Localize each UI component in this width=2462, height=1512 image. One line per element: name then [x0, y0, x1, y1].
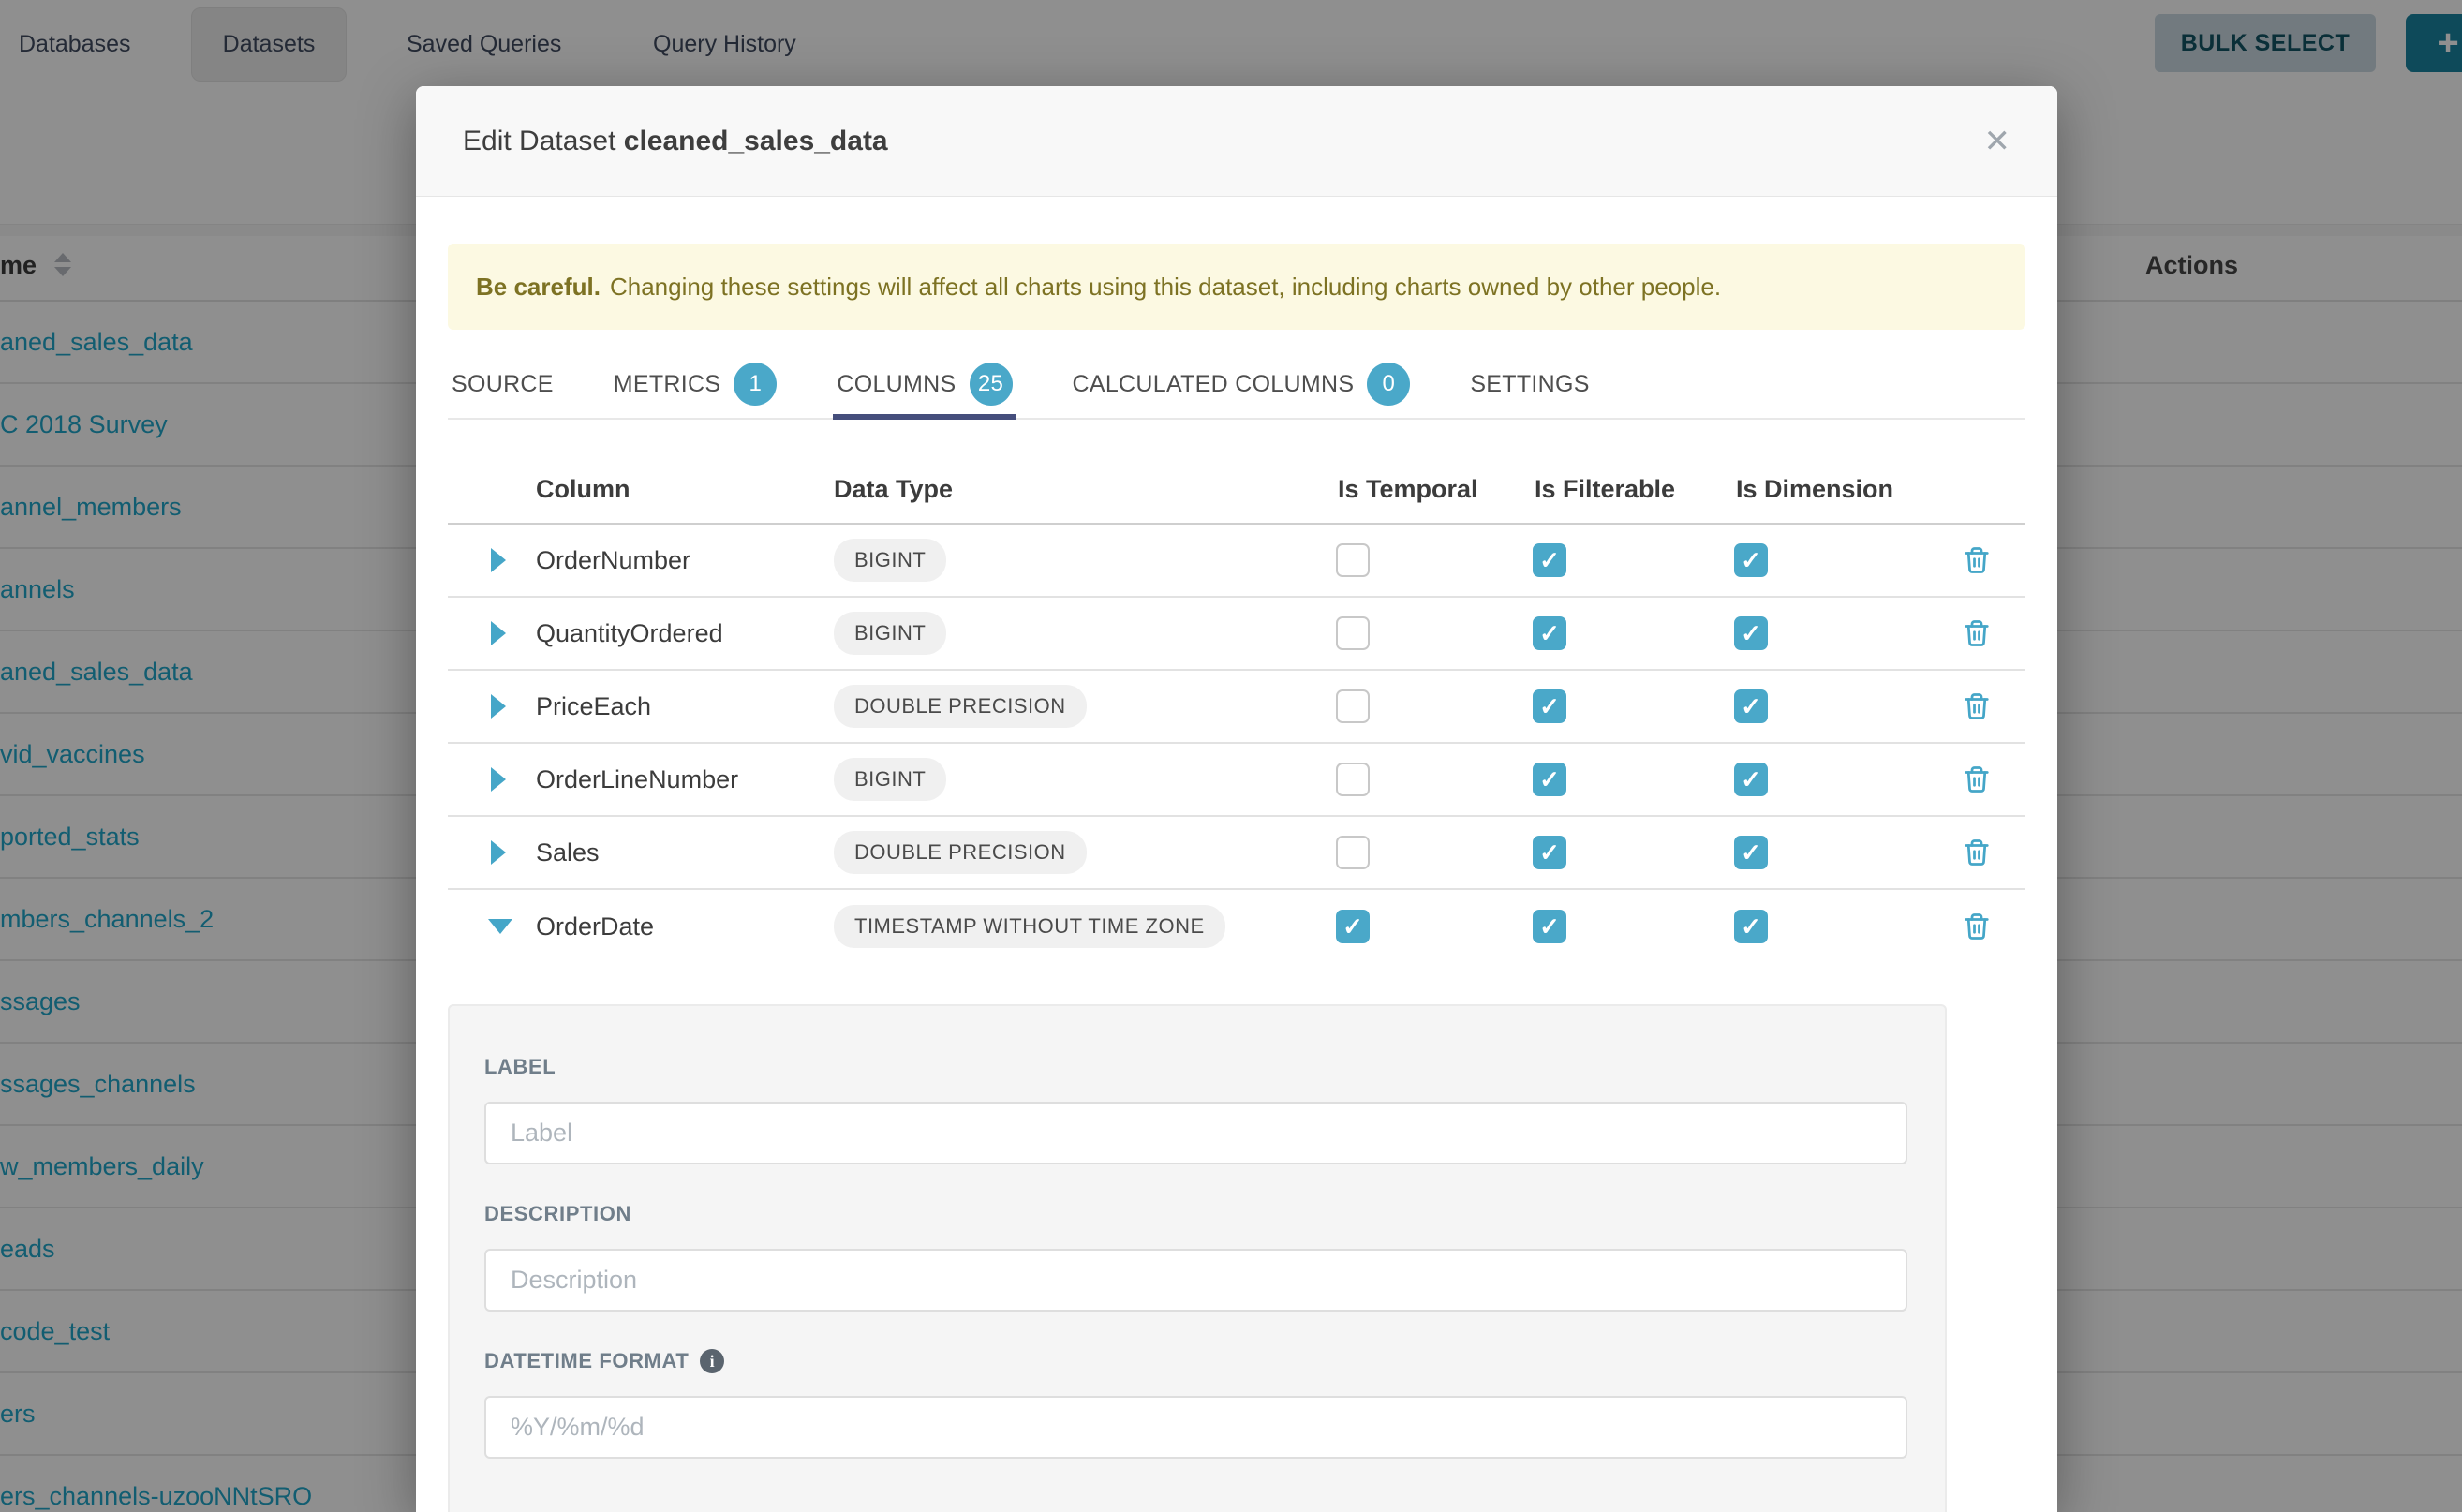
tab-settings[interactable]: SETTINGS	[1466, 350, 1593, 418]
column-name: QuantityOrdered	[536, 619, 834, 648]
is-dimension-header: Is Dimension	[1728, 475, 1928, 523]
expand-caret-icon[interactable]	[491, 548, 506, 572]
is-temporal-checkbox[interactable]: ✓	[1336, 910, 1370, 943]
column-detail-panel: LABEL DESCRIPTION DATETIME FORMAT i	[448, 1004, 1947, 1512]
label-field: LABEL	[484, 1055, 1907, 1164]
column-row-PriceEach: PriceEachDOUBLE PRECISION ✓ ✓	[448, 671, 2025, 744]
datetime-format-field: DATETIME FORMAT i	[484, 1349, 1907, 1459]
expand-caret-icon[interactable]	[491, 694, 506, 719]
modal-tabs: SOURCE METRICS 1 COLUMNS 25 CALCULATED COLUMN…	[448, 350, 2025, 420]
spacer	[1928, 504, 2025, 523]
data-type-pill: DOUBLE PRECISION	[834, 831, 1087, 874]
column-header: Column	[536, 475, 834, 523]
tab-count-badge: 0	[1367, 363, 1410, 406]
is-dimension-checkbox[interactable]: ✓	[1734, 616, 1768, 650]
modal-title-dataset-name: cleaned_sales_data	[624, 126, 888, 156]
data-type-pill: BIGINT	[834, 539, 946, 582]
is-dimension-checkbox[interactable]: ✓	[1734, 836, 1768, 869]
tab-count-badge: 25	[970, 363, 1013, 406]
columns-table-header: Column Data Type Is Temporal Is Filterab…	[448, 420, 2025, 525]
delete-column-icon[interactable]	[1928, 765, 2025, 793]
modal-body: Be careful. Changing these settings will…	[416, 244, 2057, 1512]
data-type-pill: TIMESTAMP WITHOUT TIME ZONE	[834, 905, 1225, 948]
column-row-QuantityOrdered: QuantityOrderedBIGINT ✓ ✓	[448, 598, 2025, 671]
edit-dataset-modal: Edit Dataset cleaned_sales_data ✕ Be car…	[416, 86, 2057, 1512]
is-temporal-checkbox[interactable]	[1336, 763, 1370, 796]
tab-columns[interactable]: COLUMNS 25	[833, 350, 1016, 418]
is-temporal-checkbox[interactable]	[1336, 689, 1370, 723]
column-name: OrderLineNumber	[536, 765, 834, 794]
column-name: OrderDate	[536, 912, 834, 941]
delete-column-icon[interactable]	[1928, 912, 2025, 941]
is-filterable-header: Is Filterable	[1527, 475, 1728, 523]
is-dimension-checkbox[interactable]: ✓	[1734, 763, 1768, 796]
tab-label: SOURCE	[452, 371, 554, 398]
description-field: DESCRIPTION	[484, 1202, 1907, 1312]
is-filterable-checkbox[interactable]: ✓	[1533, 689, 1566, 723]
is-filterable-checkbox[interactable]: ✓	[1533, 616, 1566, 650]
columns-table: Column Data Type Is Temporal Is Filterab…	[448, 420, 2025, 963]
warning-banner: Be careful. Changing these settings will…	[448, 244, 2025, 330]
tab-label: METRICS	[614, 371, 721, 398]
tab-label: SETTINGS	[1470, 371, 1589, 398]
expand-caret-icon[interactable]	[491, 840, 506, 865]
columns-table-rows: OrderNumberBIGINT✓✓QuantityOrderedBIGINT…	[448, 525, 2025, 963]
tab-label: CALCULATED COLUMNS	[1073, 371, 1355, 398]
is-temporal-header: Is Temporal	[1330, 475, 1527, 523]
collapse-caret-icon[interactable]	[488, 919, 512, 934]
delete-column-icon[interactable]	[1928, 619, 2025, 647]
column-row-Sales: SalesDOUBLE PRECISION ✓ ✓	[448, 817, 2025, 890]
is-dimension-checkbox[interactable]: ✓	[1734, 543, 1768, 577]
column-row-OrderNumber: OrderNumberBIGINT ✓ ✓	[448, 525, 2025, 598]
delete-column-icon[interactable]	[1928, 546, 2025, 574]
is-temporal-checkbox[interactable]	[1336, 836, 1370, 869]
modal-title-prefix: Edit Dataset	[463, 126, 624, 156]
is-filterable-checkbox[interactable]: ✓	[1533, 910, 1566, 943]
datetime-format-field-label: DATETIME FORMAT i	[484, 1349, 1907, 1373]
delete-column-icon[interactable]	[1928, 838, 2025, 867]
data-type-header: Data Type	[834, 475, 1330, 523]
is-dimension-checkbox[interactable]: ✓	[1734, 910, 1768, 943]
column-row-OrderDate: OrderDateTIMESTAMP WITHOUT TIME ZONE ✓ ✓ ✓	[448, 890, 2025, 963]
info-icon[interactable]: i	[700, 1349, 724, 1373]
datetime-format-input[interactable]	[484, 1396, 1907, 1459]
description-input[interactable]	[484, 1249, 1907, 1312]
warning-banner-text: Changing these settings will affect all …	[610, 273, 1721, 302]
column-name: OrderNumber	[536, 546, 834, 575]
warning-banner-bold: Be careful.	[476, 273, 601, 302]
tab-count-badge: 1	[734, 363, 777, 406]
expand-caret-icon[interactable]	[491, 767, 506, 792]
expand-caret-icon[interactable]	[491, 621, 506, 645]
label-input[interactable]	[484, 1102, 1907, 1164]
column-name: PriceEach	[536, 692, 834, 721]
column-row-OrderLineNumber: OrderLineNumberBIGINT ✓ ✓	[448, 744, 2025, 817]
data-type-pill: BIGINT	[834, 612, 946, 655]
column-name: Sales	[536, 838, 834, 867]
is-filterable-checkbox[interactable]: ✓	[1533, 543, 1566, 577]
spacer	[448, 504, 536, 523]
modal-header: Edit Dataset cleaned_sales_data ✕	[416, 86, 2057, 197]
label-field-label: LABEL	[484, 1055, 1907, 1079]
delete-column-icon[interactable]	[1928, 692, 2025, 720]
data-type-pill: BIGINT	[834, 758, 946, 801]
datetime-format-label-text: DATETIME FORMAT	[484, 1349, 689, 1373]
is-temporal-checkbox[interactable]	[1336, 543, 1370, 577]
modal-title: Edit Dataset cleaned_sales_data	[463, 126, 1984, 157]
tab-label: COLUMNS	[837, 371, 956, 398]
is-dimension-checkbox[interactable]: ✓	[1734, 689, 1768, 723]
tab-source[interactable]: SOURCE	[448, 350, 557, 418]
is-filterable-checkbox[interactable]: ✓	[1533, 836, 1566, 869]
description-field-label: DESCRIPTION	[484, 1202, 1907, 1226]
tab-metrics[interactable]: METRICS 1	[610, 350, 781, 418]
is-filterable-checkbox[interactable]: ✓	[1533, 763, 1566, 796]
tab-calculated-columns[interactable]: CALCULATED COLUMNS 0	[1069, 350, 1415, 418]
is-temporal-checkbox[interactable]	[1336, 616, 1370, 650]
data-type-pill: DOUBLE PRECISION	[834, 685, 1087, 728]
close-icon[interactable]: ✕	[1984, 126, 2011, 157]
